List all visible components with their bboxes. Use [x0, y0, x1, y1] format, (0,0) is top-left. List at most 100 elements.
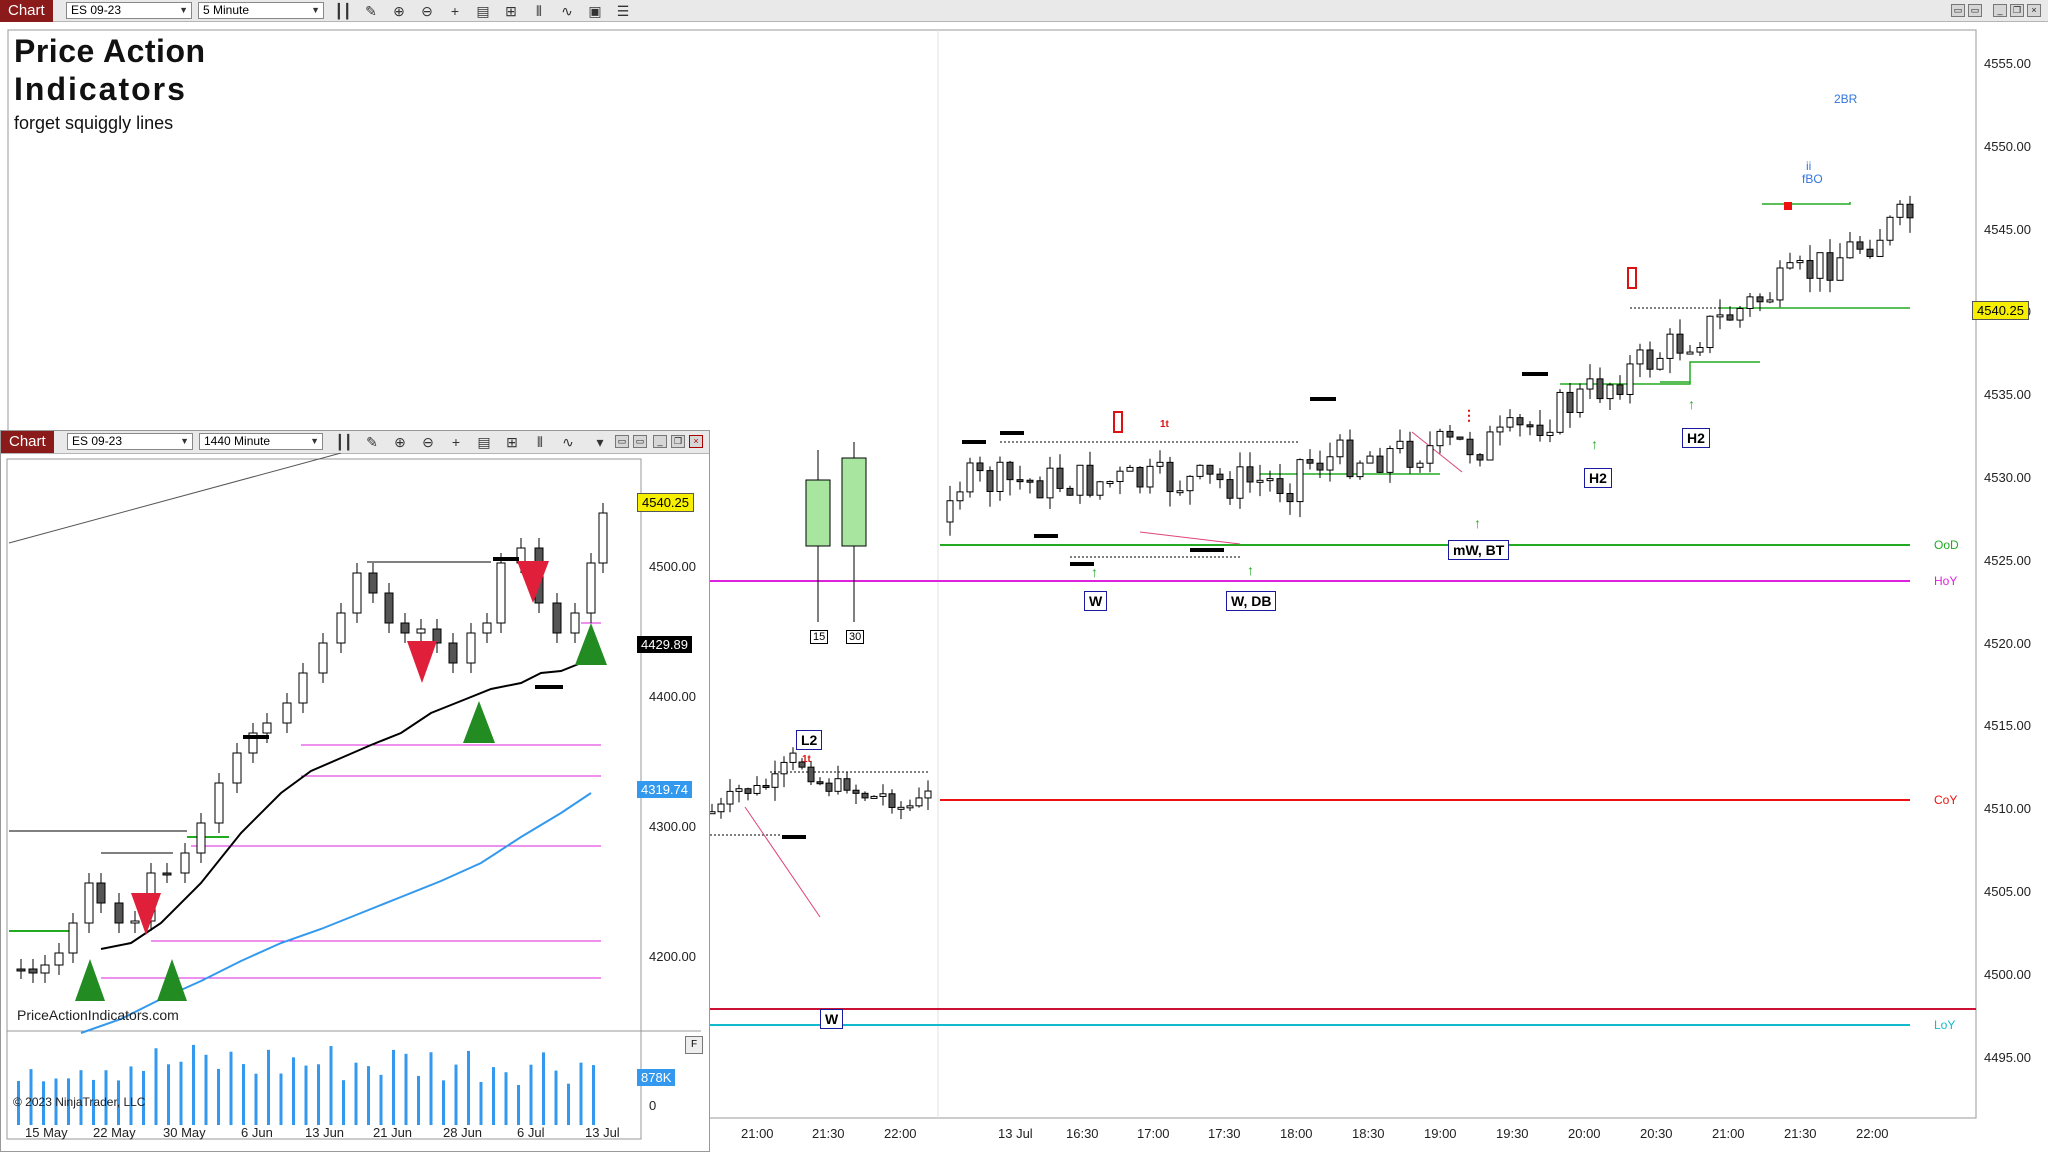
volume-bar [392, 1049, 395, 1125]
candle-body [552, 602, 562, 634]
template-icon[interactable]: ▣ [586, 3, 604, 19]
candle-body [1606, 384, 1614, 400]
candle-body [1476, 454, 1484, 461]
volume-bar [404, 1053, 408, 1125]
candle-body [598, 512, 608, 564]
strategies-icon[interactable]: ∿ [559, 434, 577, 450]
candle-body [214, 782, 224, 824]
zoom-in-icon[interactable]: ⊕ [391, 434, 409, 450]
inset-interval-select[interactable]: 1440 Minute ▼ [199, 433, 323, 450]
properties-icon[interactable]: ▤ [475, 434, 493, 450]
hoy-label: HoY [1934, 574, 1958, 588]
annotation-1t: 1t [1160, 419, 1169, 430]
time-tick-label: 13 Jul [998, 1126, 1033, 1141]
crosshair-icon[interactable]: + [447, 434, 465, 450]
price-tick-label: 4520.00 [1984, 635, 2031, 651]
data-box-icon[interactable]: ⊞ [502, 3, 520, 19]
inset-date-tick-label: 28 Jun [443, 1125, 483, 1140]
minimize-icon[interactable]: _ [653, 435, 667, 448]
time-tick-label: 17:30 [1208, 1126, 1241, 1141]
interval-select[interactable]: 5 Minute ▼ [198, 2, 324, 19]
tile-icon[interactable]: ▭ [1968, 4, 1982, 17]
chevron-down-icon: ▼ [311, 5, 320, 15]
green-step-line [1762, 202, 1851, 205]
close-icon[interactable]: × [2027, 4, 2041, 17]
candle-body [1786, 262, 1794, 269]
zoom-out-icon[interactable]: ⊖ [418, 3, 436, 19]
tile-icon[interactable]: ▭ [633, 435, 647, 448]
chevron-down-icon[interactable]: ▾ [591, 434, 609, 450]
candle-body [1846, 241, 1854, 259]
minimize-icon[interactable]: _ [1993, 4, 2007, 17]
zoom-in-icon[interactable]: ⊕ [390, 3, 408, 19]
restore-icon[interactable]: ❐ [671, 435, 685, 448]
time-tick-label: 21:30 [1784, 1126, 1817, 1141]
data-box-icon[interactable]: ⊞ [503, 434, 521, 450]
volume-bar [467, 1050, 470, 1125]
bar-type-icon[interactable]: ┃┃ [335, 434, 353, 450]
candle-body [1486, 431, 1494, 461]
inset-instrument-select[interactable]: ES 09-23 ▼ [67, 433, 193, 450]
indicators-icon[interactable]: ⫴ [530, 3, 548, 19]
candle-body [352, 572, 362, 614]
pencil-icon[interactable]: ✎ [362, 3, 380, 19]
list-icon[interactable]: ☰ [614, 3, 632, 19]
blue-ma-tag: 4319.74 [637, 781, 692, 798]
inset-price-tick-label: 4500.00 [649, 559, 696, 574]
candle-body [1176, 490, 1184, 494]
daily-price-chart[interactable] [1, 453, 709, 1151]
annotation-2br: 2BR [1834, 92, 1858, 106]
candle-body [1056, 467, 1064, 489]
candle-body [1046, 467, 1054, 499]
bar-type-icon[interactable]: ┃┃ [334, 3, 352, 19]
volume-bar [479, 1081, 483, 1125]
volume-bar [567, 1083, 570, 1125]
indicators-icon[interactable]: ⫴ [531, 434, 549, 450]
candle-body [888, 793, 896, 808]
close-icon[interactable]: × [689, 435, 703, 448]
candle-body [1296, 459, 1304, 503]
properties-icon[interactable]: ▤ [474, 3, 492, 19]
candle-body [40, 964, 50, 974]
candle-body [735, 788, 743, 792]
candle-body [162, 872, 172, 876]
price-tick-label: 4495.00 [1984, 1049, 2031, 1065]
volume-bar [554, 1070, 558, 1125]
inset-chart-tab[interactable]: Chart [1, 431, 54, 453]
candle-body [1086, 464, 1094, 496]
crosshair-icon[interactable]: + [446, 3, 464, 19]
candle-body [1726, 314, 1734, 321]
time-tick-label: 19:30 [1496, 1126, 1529, 1141]
buy-signal-icon [75, 959, 105, 1001]
candle-body [1516, 417, 1524, 426]
candle-body [1156, 461, 1164, 467]
candle-body [825, 782, 833, 792]
pencil-icon[interactable]: ✎ [363, 434, 381, 450]
candle-body [1496, 426, 1504, 433]
chart-tab[interactable]: Chart [0, 0, 53, 22]
f-button[interactable]: F [685, 1036, 703, 1054]
annotation-h2: H2 [1584, 468, 1612, 488]
daily-chart-window[interactable]: Chart ES 09-23 ▼ 1440 Minute ▼ ┃┃ ✎ ⊕ ⊖ … [0, 430, 710, 1152]
restore-icon[interactable]: ❐ [2010, 4, 2024, 17]
candle-body [282, 702, 292, 724]
blue-moving-average [80, 792, 592, 1034]
candle-body [1796, 260, 1804, 264]
tile-icon[interactable]: ▭ [615, 435, 629, 448]
price-tick-label: 4530.00 [1984, 470, 2031, 485]
red-square-marker [1784, 202, 1792, 210]
tile-icon[interactable]: ▭ [1951, 4, 1965, 17]
strategies-icon[interactable]: ∿ [558, 3, 576, 19]
candle-body [1586, 378, 1594, 390]
volume-bar [542, 1052, 545, 1125]
instrument-select[interactable]: ES 09-23 ▼ [66, 2, 192, 19]
zoom-out-icon[interactable]: ⊖ [419, 434, 437, 450]
candle-body [1806, 260, 1814, 279]
candle-body [726, 790, 734, 805]
candle-body [1566, 391, 1574, 413]
candle-body [196, 822, 206, 854]
annotation-w-bottom: W [820, 1009, 844, 1029]
volume-bar [179, 1061, 183, 1125]
black-ma-tag: 4429.89 [637, 636, 692, 653]
inset-date-tick-label: 22 May [93, 1125, 136, 1140]
